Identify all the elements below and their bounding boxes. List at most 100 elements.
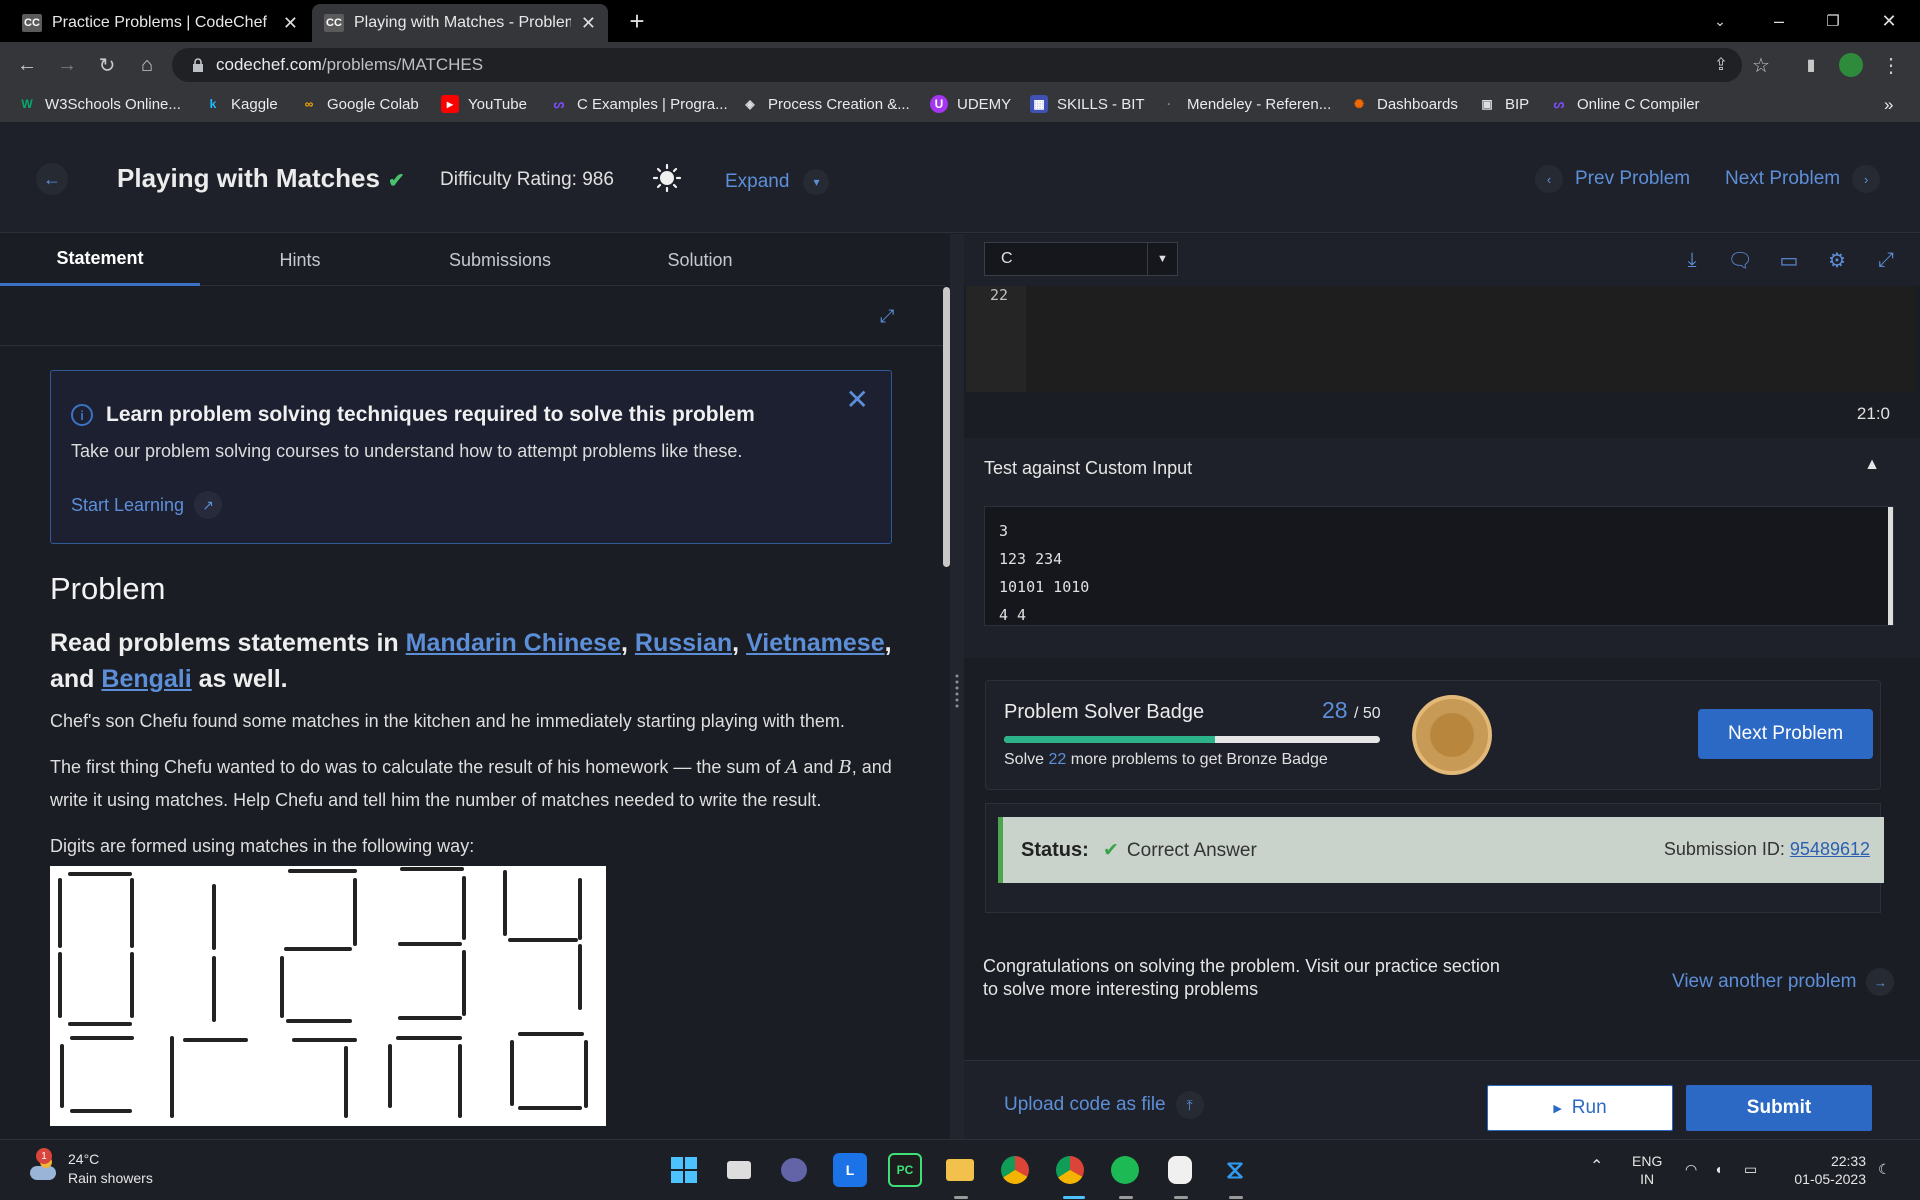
run-button[interactable]: ▶ Run bbox=[1487, 1085, 1673, 1131]
link-bengali[interactable]: Bengali bbox=[101, 665, 191, 693]
badge-count: 28 / 50 bbox=[1322, 697, 1381, 724]
settings-gear-icon[interactable]: ⚙ bbox=[1825, 248, 1849, 272]
expand-statement-icon[interactable]: ⤢ bbox=[880, 306, 894, 327]
bookmark-process-creation[interactable]: ◈ Process Creation &... bbox=[741, 95, 909, 113]
address-bar[interactable]: codechef.com/problems/MATCHES bbox=[172, 48, 1742, 82]
statement-scrollbar[interactable] bbox=[943, 287, 950, 567]
bookmark-colab[interactable]: ∞ Google Colab bbox=[300, 95, 419, 113]
comment-icon[interactable]: 🗨 bbox=[1727, 248, 1752, 272]
language-select[interactable]: C ▼ bbox=[984, 242, 1178, 276]
browser-tab-active[interactable]: CC Playing with Matches - Problems ✕ bbox=[312, 4, 608, 42]
link-vietnamese[interactable]: Vietnamese bbox=[746, 629, 885, 657]
problem-content: Problem Read problems statements in Mand… bbox=[50, 571, 895, 1126]
wifi-icon[interactable]: ◠ bbox=[1685, 1160, 1697, 1178]
next-problem-button[interactable]: Next Problem bbox=[1698, 709, 1873, 759]
lock-icon bbox=[193, 58, 203, 72]
tray-overflow-icon[interactable]: ⌃ bbox=[1590, 1158, 1603, 1176]
lens-app-icon[interactable]: L bbox=[833, 1153, 867, 1187]
browser-menu-icon[interactable]: ⋮ bbox=[1876, 50, 1906, 80]
input-line: 123 234 bbox=[999, 550, 1063, 568]
bookmark-skills-bit[interactable]: ▦ SKILLS - BIT bbox=[1030, 95, 1145, 113]
chrome-profile-icon[interactable] bbox=[1053, 1153, 1087, 1187]
info-icon: i bbox=[71, 404, 93, 426]
back-icon[interactable]: ← bbox=[12, 50, 42, 80]
windows-start-icon[interactable] bbox=[667, 1153, 701, 1187]
input-scrollbar[interactable] bbox=[1888, 507, 1893, 625]
run-label: Run bbox=[1571, 1097, 1607, 1118]
vscode-icon[interactable]: ⧖ bbox=[1218, 1153, 1252, 1187]
tab-submissions[interactable]: Submissions bbox=[400, 234, 600, 286]
new-tab-icon[interactable]: + bbox=[620, 0, 654, 42]
bookmark-dashboards[interactable]: ✺ Dashboards bbox=[1350, 95, 1458, 113]
start-learning-link[interactable]: Start Learning ↗ bbox=[71, 491, 223, 519]
forward-icon[interactable]: → bbox=[52, 50, 82, 80]
browser-tab-practice[interactable]: CC Practice Problems | CodeChef ✕ bbox=[10, 4, 310, 42]
battery-icon[interactable]: ▭ bbox=[1744, 1160, 1757, 1178]
back-arrow-icon[interactable]: ← bbox=[36, 163, 68, 195]
problem-paragraph-2: The first thing Chefu wanted to do was t… bbox=[50, 751, 895, 816]
tab-statement[interactable]: Statement bbox=[0, 234, 200, 286]
teams-chat-icon[interactable] bbox=[777, 1153, 811, 1187]
home-icon[interactable]: ⌂ bbox=[132, 50, 162, 80]
theme-toggle-sun-icon[interactable] bbox=[652, 163, 682, 193]
language-indicator[interactable]: ENG IN bbox=[1632, 1152, 1662, 1188]
custom-input-textarea[interactable]: 3 123 234 10101 1010 4 4 bbox=[984, 506, 1894, 626]
clock[interactable]: 22:33 01-05-2023 bbox=[1782, 1152, 1866, 1188]
codechef-favicon-icon: CC bbox=[324, 14, 344, 32]
tab-solution[interactable]: Solution bbox=[600, 234, 800, 286]
problem-statement-pane: Statement Hints Submissions Solution ⤢ i… bbox=[0, 234, 950, 1139]
window-close-icon[interactable]: ✕ bbox=[1864, 0, 1914, 42]
bookmark-star-icon[interactable]: ☆ bbox=[1746, 50, 1776, 80]
bookmark-online-c-compiler[interactable]: ᔕ Online C Compiler bbox=[1550, 95, 1700, 113]
spotify-icon[interactable] bbox=[1108, 1153, 1142, 1187]
close-banner-icon[interactable]: ✕ bbox=[846, 383, 869, 416]
weather-widget[interactable]: 1 24°C Rain showers bbox=[28, 1148, 153, 1188]
view-another-link[interactable]: View another problem → bbox=[1672, 968, 1895, 996]
task-view-icon[interactable] bbox=[722, 1153, 756, 1187]
minimize-icon[interactable]: – bbox=[1754, 0, 1804, 42]
submit-button[interactable]: Submit bbox=[1686, 1085, 1872, 1131]
volume-icon[interactable]: ◖ bbox=[1714, 1160, 1722, 1178]
bookmark-label: BIP bbox=[1505, 95, 1530, 113]
bookmark-mendeley[interactable]: · Mendeley - Referen... bbox=[1160, 95, 1331, 113]
subtext-prefix: Solve bbox=[1004, 751, 1045, 768]
download-icon[interactable]: ⤓ bbox=[1680, 248, 1704, 272]
upload-code-link[interactable]: Upload code as file ⤒ bbox=[1004, 1091, 1204, 1119]
tab-search-icon[interactable]: ⌄ bbox=[1700, 0, 1740, 42]
close-tab-icon[interactable]: ✕ bbox=[283, 13, 298, 34]
bookmark-w3schools[interactable]: W W3Schools Online... bbox=[18, 95, 181, 113]
drag-handle-icon[interactable] bbox=[953, 672, 961, 712]
bookmark-bip[interactable]: ▣ BIP bbox=[1478, 95, 1529, 113]
profile-avatar[interactable] bbox=[1836, 50, 1866, 80]
prev-problem-link[interactable]: ‹ Prev Problem bbox=[1535, 165, 1690, 193]
cursor-position: 21:0 bbox=[1856, 404, 1890, 423]
more-bookmarks-icon[interactable]: » bbox=[1884, 95, 1893, 115]
bookmark-youtube[interactable]: ▶ YouTube bbox=[441, 95, 527, 113]
tab-hints[interactable]: Hints bbox=[200, 234, 400, 286]
save-icon[interactable]: ▭ bbox=[1777, 248, 1801, 272]
bookmark-c-examples[interactable]: ᔕ C Examples | Progra... bbox=[550, 95, 728, 113]
pycharm-icon[interactable]: PC bbox=[888, 1153, 922, 1187]
notifications-icon[interactable]: ☾ bbox=[1878, 1160, 1891, 1178]
link-russian[interactable]: Russian bbox=[635, 629, 732, 657]
chrome-icon[interactable] bbox=[998, 1153, 1032, 1187]
reload-icon[interactable]: ↻ bbox=[92, 50, 122, 80]
collapse-chevron-icon[interactable]: ▲ bbox=[1864, 456, 1880, 474]
expand-toggle[interactable]: Expand ▾ bbox=[725, 169, 830, 195]
notes-app-icon[interactable] bbox=[1163, 1153, 1197, 1187]
submission-link[interactable]: 95489612 bbox=[1790, 839, 1870, 859]
next-problem-label: Next Problem bbox=[1725, 168, 1841, 189]
code-editor[interactable]: 22 bbox=[966, 286, 1916, 392]
share-icon[interactable]: ⇪ bbox=[1706, 50, 1736, 80]
side-panel-icon[interactable]: ▮ bbox=[1796, 50, 1826, 80]
bookmark-kaggle[interactable]: k Kaggle bbox=[204, 95, 278, 113]
bookmark-udemy[interactable]: U UDEMY bbox=[930, 95, 1011, 113]
close-tab-icon[interactable]: ✕ bbox=[581, 13, 596, 34]
active-indicator bbox=[954, 1196, 968, 1199]
restore-icon[interactable]: ❐ bbox=[1808, 0, 1858, 42]
bookmark-label: Online C Compiler bbox=[1577, 95, 1700, 113]
link-mandarin[interactable]: Mandarin Chinese bbox=[406, 629, 621, 657]
fullscreen-icon[interactable]: ⤢ bbox=[1874, 248, 1898, 272]
file-explorer-icon[interactable] bbox=[943, 1153, 977, 1187]
next-problem-link[interactable]: Next Problem › bbox=[1725, 165, 1881, 193]
